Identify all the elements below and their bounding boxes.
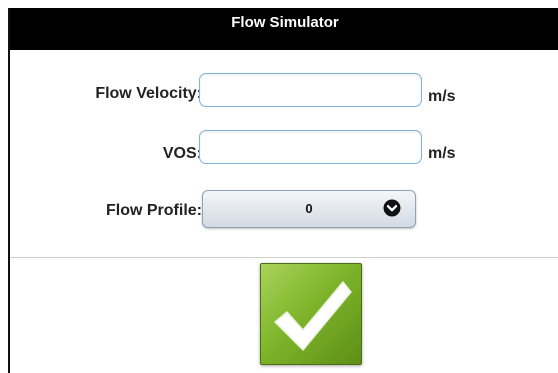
vos-label: VOS: [162,145,202,162]
flow-simulator-panel: Flow Simulator Flow Velocity: m/s VOS: m… [8,8,558,373]
flow-velocity-unit: m/s [428,88,456,105]
flow-velocity-label: Flow Velocity: [95,85,202,102]
title-bar: Flow Simulator [10,8,558,50]
divider [10,257,558,258]
flow-profile-label: Flow Profile: [106,202,202,219]
flow-velocity-input[interactable] [199,73,422,107]
flow-profile-select[interactable]: 0 [202,190,416,228]
vos-input[interactable] [199,130,422,164]
checkmark-icon [274,281,352,351]
vos-unit: m/s [428,145,456,162]
submit-button[interactable] [260,263,362,365]
chevron-down-circle-icon [383,199,401,217]
window-title: Flow Simulator [231,14,339,31]
